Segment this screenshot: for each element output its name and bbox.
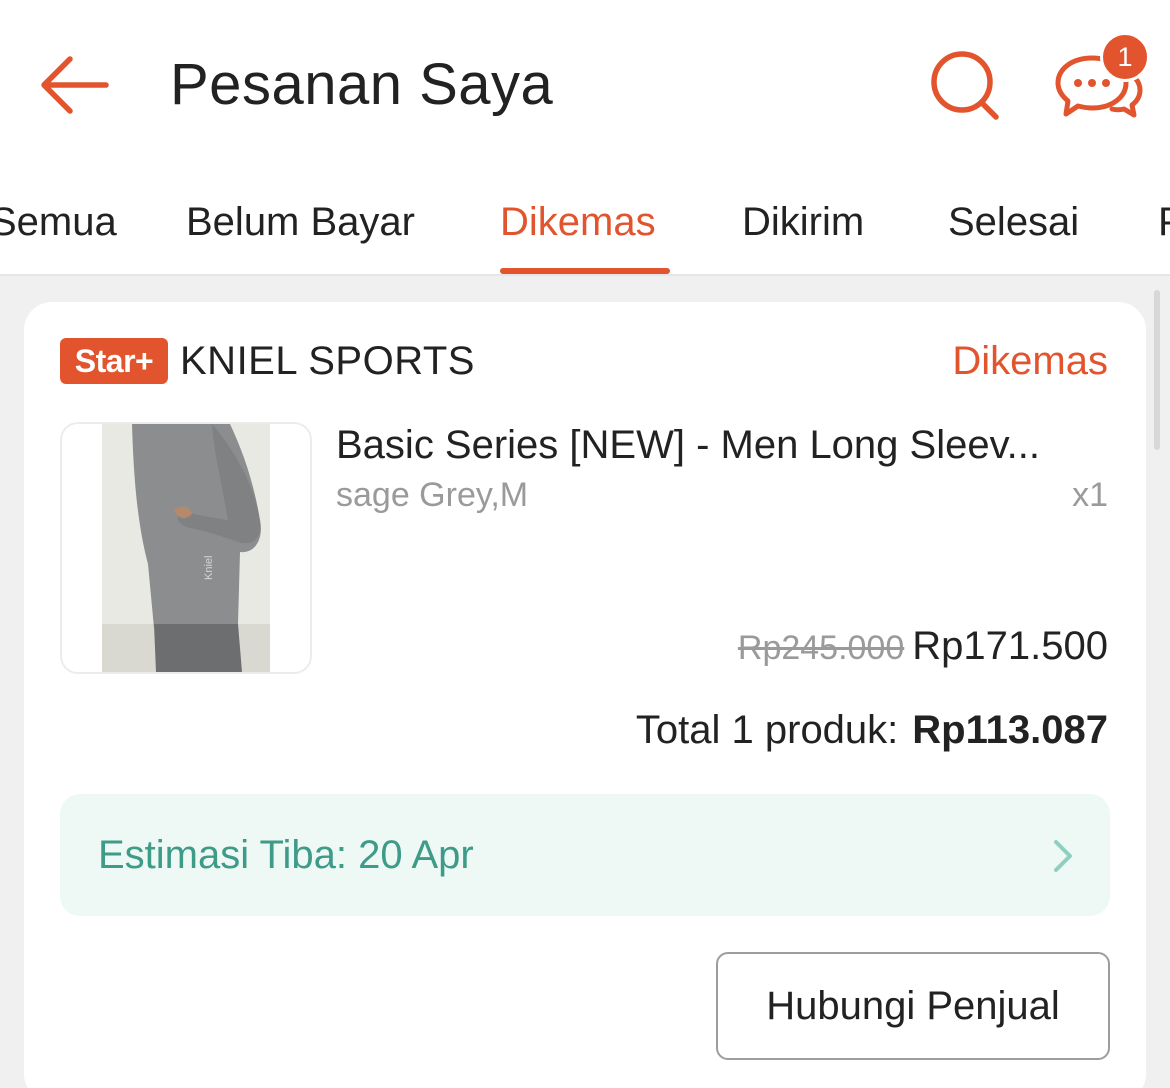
tab-next-partial[interactable]: P	[1158, 198, 1170, 246]
shop-name[interactable]: KNIEL SPORTS	[180, 336, 475, 386]
total-label: Total 1 produk:	[635, 708, 899, 752]
tab-semua[interactable]: Semua	[0, 198, 117, 246]
tab-dikirim[interactable]: Dikirim	[742, 198, 864, 246]
contact-seller-button[interactable]: Hubungi Penjual	[716, 952, 1110, 1060]
estimated-arrival-text: Estimasi Tiba: 20 Apr	[98, 833, 474, 877]
price-row: Rp245.000 Rp171.500	[738, 624, 1108, 669]
page-title: Pesanan Saya	[170, 52, 554, 117]
product-variant: sage Grey,M	[336, 476, 529, 514]
original-price: Rp245.000	[737, 629, 905, 667]
order-status-label: Dikemas	[952, 339, 1108, 383]
back-button[interactable]	[36, 50, 112, 120]
chat-unread-badge: 1	[1100, 32, 1150, 82]
final-price: Rp171.500	[912, 624, 1108, 668]
estimated-arrival-row[interactable]: Estimasi Tiba: 20 Apr	[60, 794, 1110, 916]
svg-text:Kniel: Kniel	[203, 556, 215, 580]
search-icon	[931, 51, 999, 120]
tab-dikemas[interactable]: Dikemas	[500, 198, 656, 246]
tab-selesai[interactable]: Selesai	[948, 198, 1079, 246]
total-amount: Rp113.087	[912, 708, 1108, 752]
star-plus-badge: Star+	[60, 338, 168, 384]
top-app-bar: Pesanan Saya 1	[0, 0, 1170, 168]
scrollbar[interactable]	[1154, 290, 1160, 450]
active-tab-indicator	[500, 268, 670, 274]
back-arrow-icon	[41, 56, 109, 114]
order-card[interactable]: Star+ KNIEL SPORTS Dikemas Kniel Basic S…	[24, 302, 1146, 1088]
order-total-row: Total 1 produk: Rp113.087	[636, 708, 1108, 753]
product-title[interactable]: Basic Series [NEW] - Men Long Sleev...	[336, 420, 1096, 470]
search-button[interactable]	[926, 48, 1006, 124]
chevron-right-icon	[1054, 840, 1072, 872]
order-status-tabs: Semua Belum Bayar Dikemas Dikirim Selesa…	[0, 168, 1170, 276]
product-image[interactable]: Kniel	[60, 422, 312, 674]
product-photo: Kniel	[102, 424, 270, 672]
product-quantity: x1	[1072, 476, 1108, 514]
tab-belum-bayar[interactable]: Belum Bayar	[186, 198, 415, 246]
